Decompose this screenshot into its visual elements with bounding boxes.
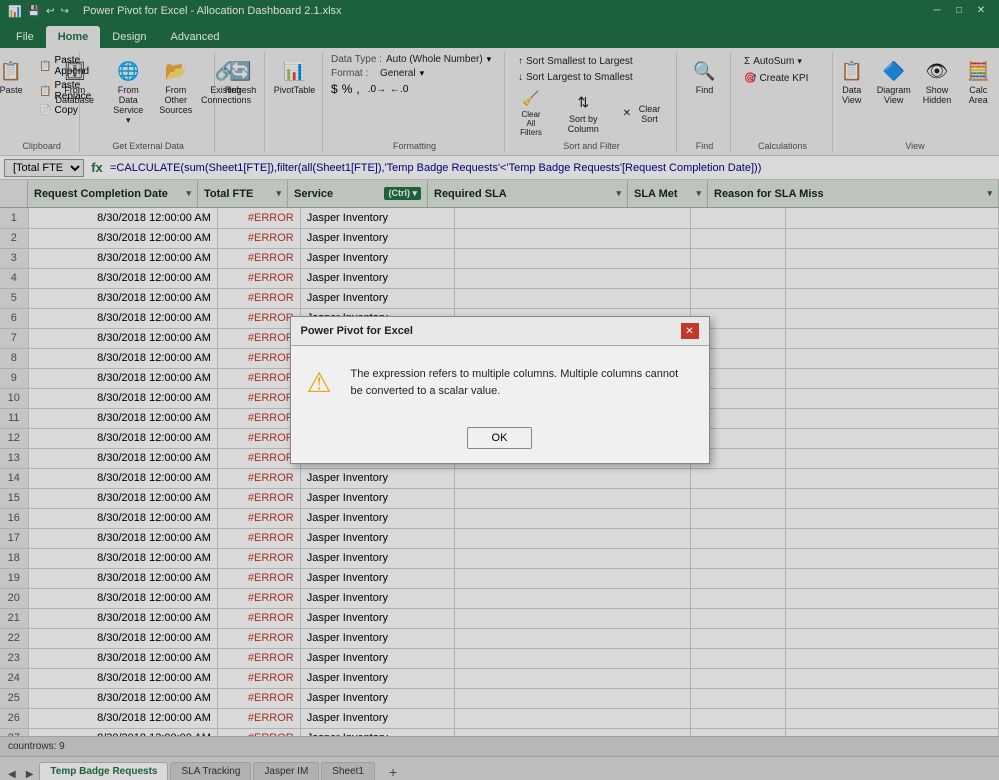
dialog-footer: OK xyxy=(291,419,709,463)
dialog-message: The expression refers to multiple column… xyxy=(351,366,693,399)
dialog-title-bar: Power Pivot for Excel ✕ xyxy=(291,317,709,346)
error-dialog: Power Pivot for Excel ✕ ⚠ The expression… xyxy=(290,316,710,464)
dialog-body: ⚠ The expression refers to multiple colu… xyxy=(291,346,709,419)
warning-icon: ⚠ xyxy=(307,366,339,399)
dialog-title: Power Pivot for Excel xyxy=(301,325,413,337)
dialog-overlay: Power Pivot for Excel ✕ ⚠ The expression… xyxy=(0,0,999,780)
dialog-ok-button[interactable]: OK xyxy=(467,427,533,449)
dialog-close-button[interactable]: ✕ xyxy=(681,323,699,339)
